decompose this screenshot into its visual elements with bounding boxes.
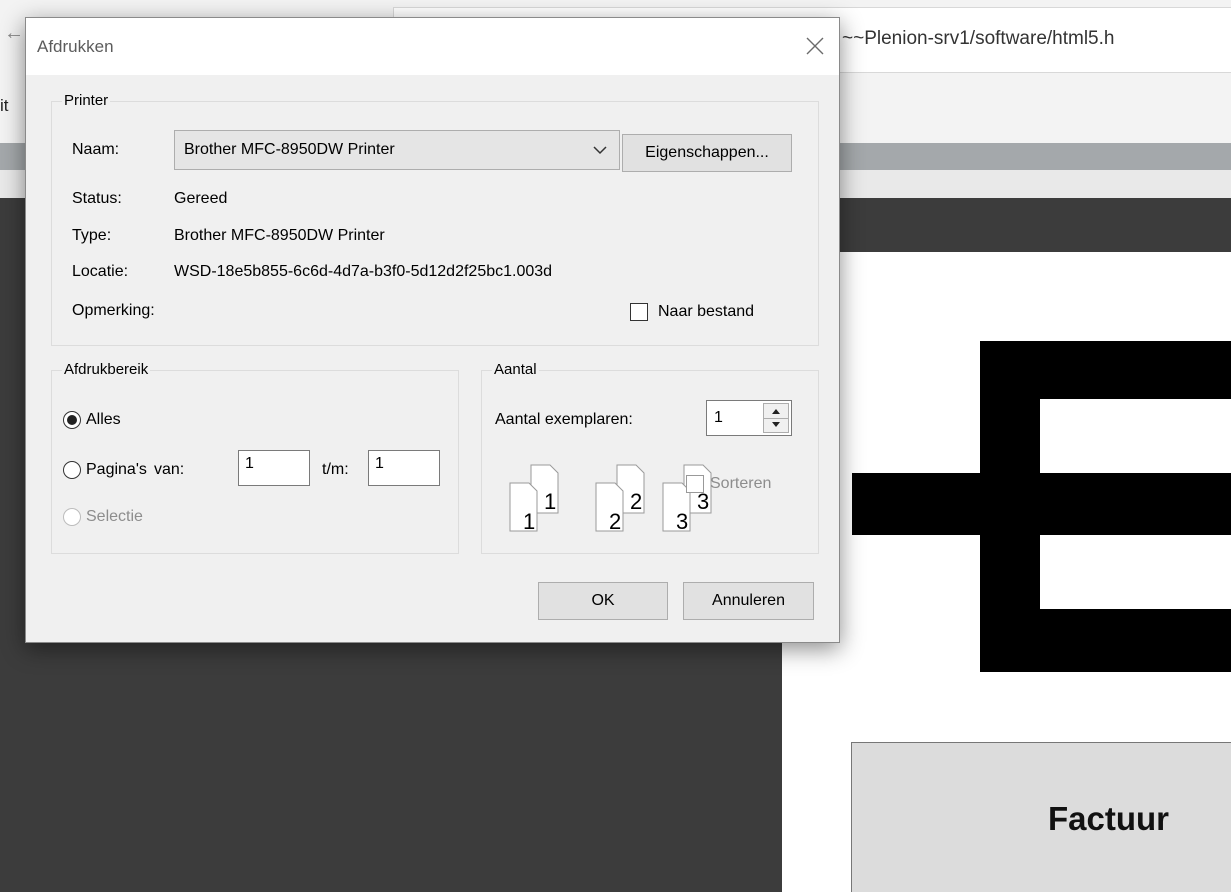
comment-label: Opmerking: (72, 302, 155, 319)
collate-page-label: 1 (544, 489, 556, 514)
spinner-up-icon[interactable] (764, 404, 788, 419)
range-selection-label[interactable]: Selectie (86, 508, 143, 526)
printer-name-select[interactable]: Brother MFC-8950DW Printer (174, 130, 620, 170)
type-label: Type: (72, 227, 112, 244)
ok-button[interactable]: OK (538, 582, 668, 620)
copies-group-label: Aantal (492, 361, 539, 379)
collate-page-label: 2 (630, 489, 642, 514)
range-pages-radio[interactable] (63, 461, 81, 479)
address-bar-url[interactable]: ~~Plenion-srv1/software/html5.h (842, 28, 1114, 50)
dialog-title: Afdrukken (37, 37, 114, 56)
back-arrow-icon[interactable]: ← (4, 22, 24, 45)
dialog-titlebar: Afdrukken (26, 18, 839, 75)
range-selection-radio[interactable] (63, 508, 81, 526)
range-all-radio[interactable] (63, 411, 81, 429)
cancel-button-label: Annuleren (712, 592, 785, 609)
spinner-down-icon[interactable] (764, 418, 788, 432)
type-value: Brother MFC-8950DW Printer (174, 227, 385, 244)
toolbar-text-fragment: it (0, 96, 9, 115)
range-from-input[interactable]: 1 (238, 450, 310, 486)
company-logo (852, 341, 1231, 672)
status-label: Status: (72, 190, 122, 207)
collate-page-label: 1 (523, 509, 535, 534)
copies-count-value: 1 (714, 409, 723, 426)
range-to-input[interactable]: 1 (368, 450, 440, 486)
collate-page-label: 2 (609, 509, 621, 534)
location-value: WSD-18e5b855-6c6d-4d7a-b3f0-5d12d2f25bc1… (174, 263, 553, 280)
range-all-label[interactable]: Alles (86, 411, 121, 429)
properties-button-label: Eigenschappen... (645, 144, 769, 161)
status-value: Gereed (174, 190, 228, 207)
spinner-buttons (763, 403, 789, 433)
printer-name-label: Naam: (72, 141, 120, 158)
print-to-file-checkbox[interactable] (630, 303, 648, 321)
printer-name-value: Brother MFC-8950DW Printer (184, 141, 395, 158)
print-dialog: Afdrukken Printer Naam: Brother MFC-8950… (25, 17, 840, 643)
printer-group-label: Printer (62, 92, 111, 110)
copies-count-label: Aantal exemplaren: (495, 411, 633, 428)
collate-page-label: 3 (676, 509, 688, 534)
collate-checkbox[interactable] (686, 475, 704, 493)
invoice-header-box (851, 742, 1231, 892)
close-icon[interactable] (797, 28, 833, 64)
print-to-file-label[interactable]: Naar bestand (658, 303, 754, 321)
location-label: Locatie: (72, 263, 129, 280)
properties-button[interactable]: Eigenschappen... (622, 134, 792, 172)
ok-button-label: OK (591, 592, 615, 609)
copies-count-spinner[interactable]: 1 (706, 400, 792, 436)
range-pages-label[interactable]: Pagina's (86, 461, 147, 479)
range-from-label: van: (154, 461, 185, 478)
collate-pages-icon: 1 1 2 2 3 3 (509, 464, 712, 534)
range-to-label: t/m: (322, 461, 349, 478)
cancel-button[interactable]: Annuleren (683, 582, 814, 620)
print-range-group-label: Afdrukbereik (62, 361, 151, 379)
collate-label[interactable]: Sorteren (710, 475, 771, 493)
chevron-down-icon (593, 146, 607, 155)
invoice-heading: Factuur (1048, 800, 1170, 837)
